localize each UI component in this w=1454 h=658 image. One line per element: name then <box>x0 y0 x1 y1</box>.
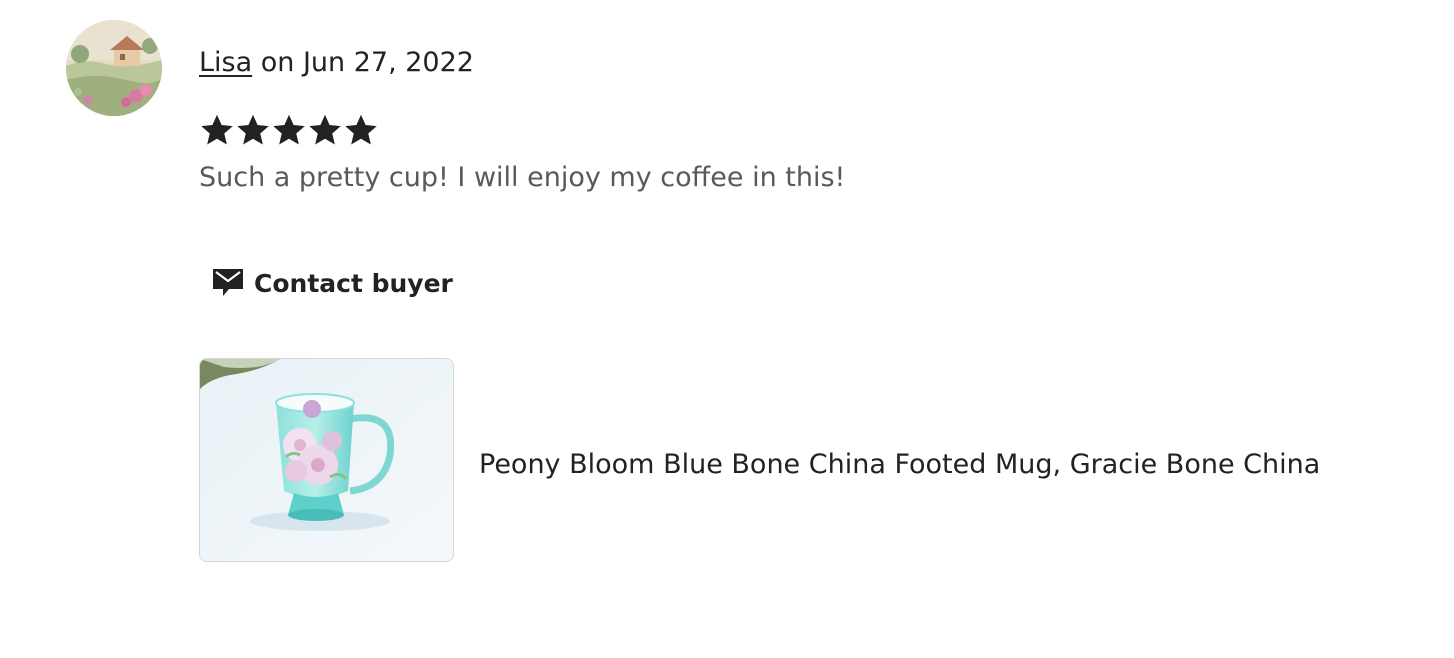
star-filled-icon <box>309 114 341 145</box>
reviewer-name-link[interactable]: Lisa <box>199 47 252 78</box>
star-rating <box>199 112 379 148</box>
product-title-link[interactable]: Peony Bloom Blue Bone China Footed Mug, … <box>479 448 1320 482</box>
star-filled-icon <box>237 114 269 145</box>
star-filled-icon <box>273 114 305 145</box>
contact-buyer-button[interactable]: Contact buyer <box>212 266 453 302</box>
reviewer-avatar[interactable] <box>66 20 162 116</box>
contact-buyer-label: Contact buyer <box>254 269 453 298</box>
star-filled-icon <box>201 114 233 145</box>
review-meta: Lisa on Jun 27, 2022 <box>199 46 474 80</box>
review-text: Such a pretty cup! I will enjoy my coffe… <box>199 162 846 193</box>
product-image <box>200 359 453 561</box>
product-thumbnail[interactable] <box>199 358 454 562</box>
envelope-icon <box>212 267 244 301</box>
avatar-image <box>66 20 162 116</box>
review-date: on Jun 27, 2022 <box>252 47 474 78</box>
star-filled-icon <box>345 114 377 145</box>
